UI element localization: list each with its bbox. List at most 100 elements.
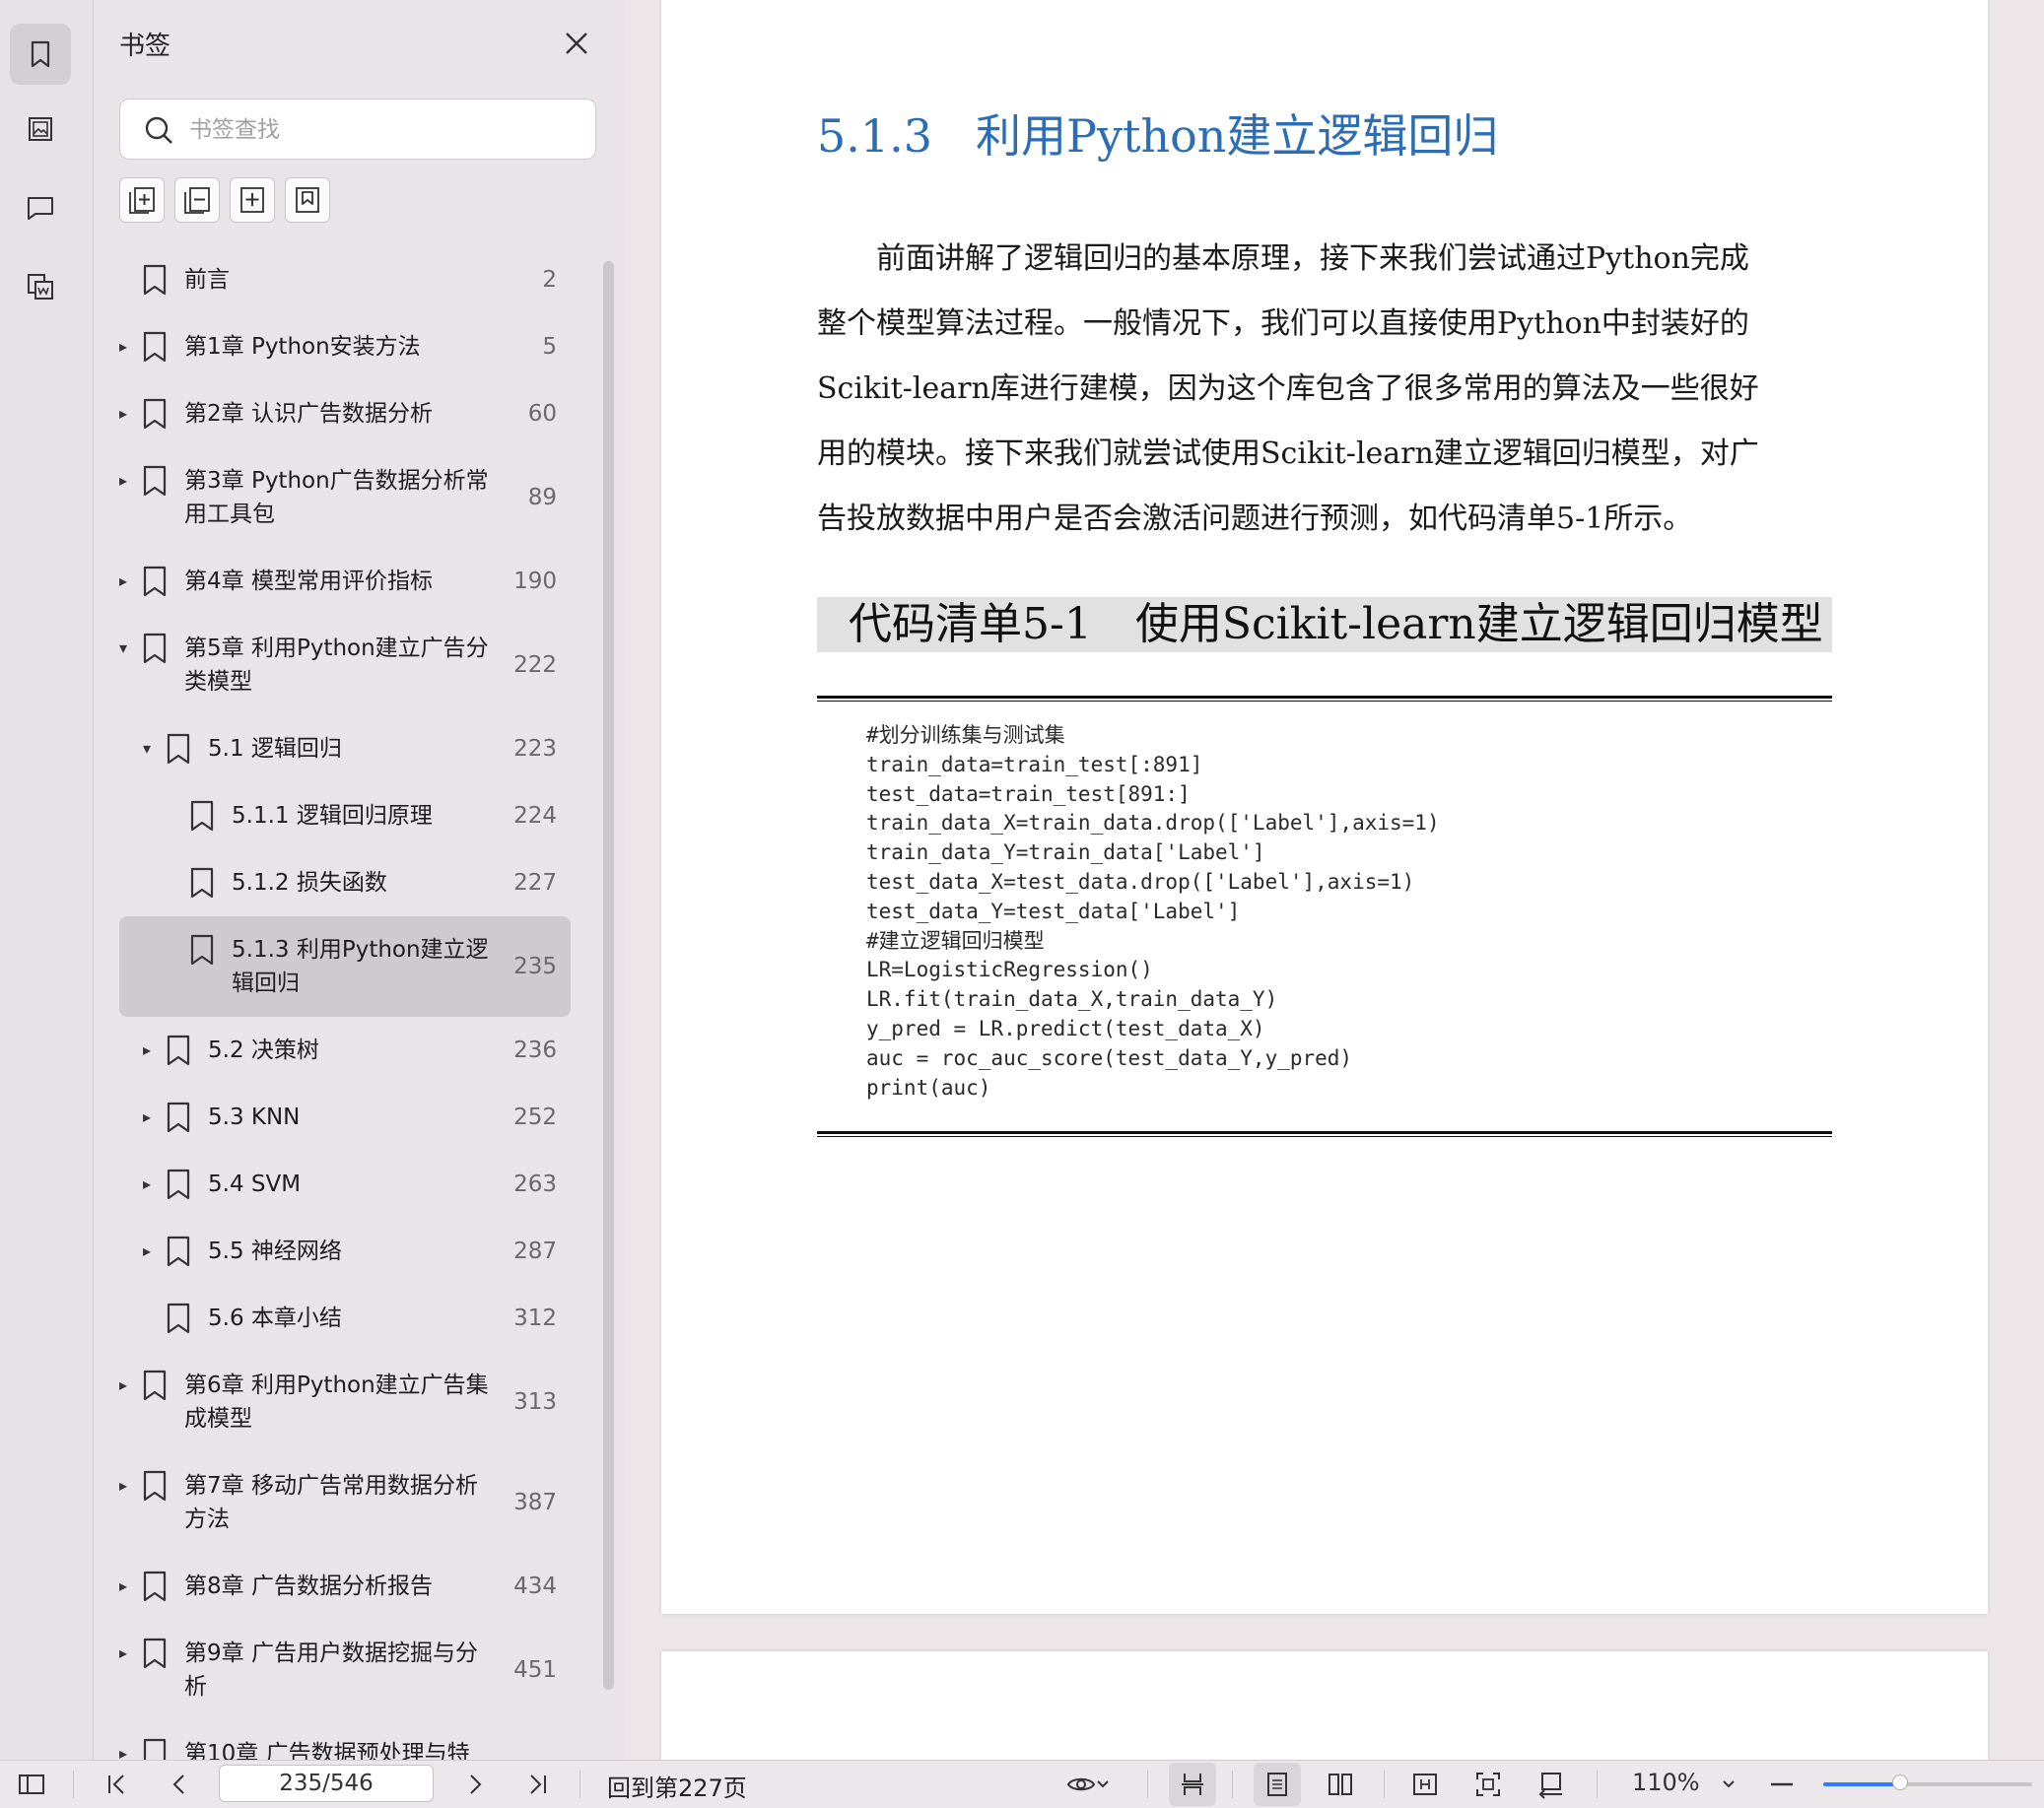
bookmark-item[interactable]: ▸ 第9章 广告用户数据挖掘与分析 451 [119,1620,571,1720]
bookmark-label: 5.1 逻辑回归 [208,736,342,762]
back-to-page-link[interactable]: 回到第227页 [607,1769,747,1803]
bookmark-item[interactable]: ▸ 第2章 认识广告数据分析 60 [119,380,571,447]
document-view[interactable]: 5.1.3 利用Python建立逻辑回归 前面讲解了逻辑回归的基本原理，接下来我们… [625,0,2044,1760]
comments-tab-button[interactable] [10,177,71,238]
bookmark-label: 第7章 移动广告常用数据分析 方法 [184,1469,478,1536]
collapsed-arrow-icon[interactable]: ▸ [119,1746,135,1761]
bookmark-item[interactable]: ▸ 第3章 Python广告数据分析常 用工具包 89 [119,447,571,548]
close-panel-button[interactable] [559,26,594,61]
collapsed-arrow-icon[interactable]: ▸ [143,1109,159,1125]
bookmarks-tab-button[interactable] [10,24,71,85]
zoom-slider[interactable] [1823,1775,2032,1790]
bookmark-label-line: 第5章 利用Python建立广告分 [184,636,489,661]
zoom-out-button[interactable] [1766,1769,1798,1800]
bookmark-label: 5.1.1 逻辑回归原理 [232,803,433,829]
previous-page-button[interactable] [164,1769,195,1800]
fit-page-icon [1476,1773,1500,1796]
bookmark-item[interactable]: ▸ 第1章 Python安装方法 5 [119,313,571,380]
collapsed-arrow-icon[interactable]: ▸ [119,573,135,589]
bookmark-item[interactable]: ▸ 5.4 SVM 263 [119,1151,571,1218]
code-line: LR.fit(train_data_X,train_data_Y) [866,987,1278,1012]
collapsed-arrow-icon[interactable]: ▸ [143,1243,159,1259]
sidebar-rail [0,0,94,1760]
bookmark-item[interactable]: ▸ 5.5 神经网络 287 [119,1218,571,1285]
bookmark-item[interactable]: 5.6 本章小结 312 [119,1285,571,1352]
bookmark-item[interactable]: 5.1.2 损失函数 227 [119,849,571,916]
eye-protection-button[interactable] [1062,1769,1114,1800]
last-page-button[interactable] [522,1769,554,1800]
divider [1147,1771,1148,1798]
next-page-button[interactable] [459,1769,491,1800]
bookmark-page-number: 236 [513,1038,557,1063]
expanded-arrow-icon[interactable]: ▾ [119,640,135,656]
thumbnails-tab-button[interactable] [10,99,71,160]
bookmark-item[interactable]: ▸ 第4章 模型常用评价指标 190 [119,548,571,615]
single-page-button[interactable] [1261,1769,1293,1800]
continuous-scroll-button[interactable] [1177,1769,1208,1800]
bookmark-item[interactable]: ▸ 5.3 KNN 252 [119,1084,571,1151]
collapsed-arrow-icon[interactable]: ▸ [119,1478,135,1494]
page-number-input[interactable] [219,1765,434,1802]
expanded-arrow-icon[interactable]: ▾ [143,741,159,757]
bookmark-item[interactable]: ▸ 第6章 利用Python建立广告集 成模型 313 [119,1352,571,1452]
extract-tab-button[interactable] [10,256,71,317]
add-bookmark-button[interactable] [230,177,275,223]
first-page-button[interactable] [101,1769,132,1800]
bookmark-item[interactable]: ▸ 5.2 决策树 236 [119,1017,571,1084]
bookmark-item[interactable]: ▸ 第7章 移动广告常用数据分析 方法 387 [119,1452,571,1553]
zoom-level[interactable]: 110% [1632,1769,1700,1796]
bookmark-page-number: 235 [513,954,557,979]
rotate-button[interactable] [1535,1769,1567,1800]
bookmark-item[interactable]: ▾ 5.1 逻辑回归 223 [119,715,571,782]
bookmark-page-button[interactable] [285,177,330,223]
zoom-dropdown-button[interactable] [1713,1769,1744,1800]
collapsed-arrow-icon[interactable]: ▸ [119,1645,135,1661]
fit-page-button[interactable] [1472,1769,1504,1800]
two-page-button[interactable] [1325,1769,1356,1800]
bookmark-tree: 前言 2 ▸ 第1章 Python安装方法 5 ▸ 第2章 认识广告数据分析 60 ▸ 第3章 P… [94,246,624,1760]
body-paragraph: 前面讲解了逻辑回归的基本原理，接下来我们尝试通过Python完成 整个模型算法过… [817,227,1832,552]
bookmark-search-input[interactable] [187,109,576,151]
toggle-sidebar-button[interactable] [16,1769,47,1800]
collapsed-arrow-icon[interactable]: ▸ [143,1042,159,1058]
bookmark-label: 第10章 广告数据预处理与特 [184,1741,470,1760]
bookmark-label-line: 方法 [184,1507,230,1532]
search-icon [145,116,172,144]
bookmark-label: 第6章 利用Python建立广告集 成模型 [184,1369,489,1436]
expand-all-button[interactable] [119,177,165,223]
bookmark-scrollbar[interactable] [603,261,614,1690]
collapsed-arrow-icon[interactable]: ▸ [143,1176,159,1192]
bookmark-label-line: 类模型 [184,669,252,695]
bookmark-icon [165,1101,192,1134]
bookmark-item[interactable]: ▾ 第5章 利用Python建立广告分 类模型 222 [119,615,571,715]
bookmark-item[interactable]: 5.1.1 逻辑回归原理 224 [119,782,571,849]
collapse-all-button[interactable] [174,177,220,223]
bookmark-item[interactable]: ▸ 第8章 广告数据分析报告 434 [119,1553,571,1620]
fit-width-button[interactable] [1409,1769,1441,1800]
collapsed-arrow-icon[interactable]: ▸ [119,406,135,422]
collapsed-arrow-icon[interactable]: ▸ [119,339,135,355]
bookmark-label: 第3章 Python广告数据分析常 用工具包 [184,464,489,531]
bookmark-search-box[interactable] [119,99,596,160]
comment-icon [28,197,53,220]
bookmark-item[interactable]: ▸ 第10章 广告数据预处理与特 [119,1720,571,1760]
paragraph-line: 告投放数据中用户是否会激活问题进行预测，如代码清单5-1所示。 [817,502,1693,536]
bookmark-item[interactable]: 前言 2 [119,246,571,313]
close-icon [566,33,587,54]
paragraph-line: 前面讲解了逻辑回归的基本原理，接下来我们尝试通过Python完成 [817,241,1749,276]
bookmark-icon [141,1469,169,1503]
zoom-slider-handle[interactable] [1892,1775,1909,1790]
bookmark-icon [141,1369,169,1402]
collapsed-arrow-icon[interactable]: ▸ [119,473,135,489]
bookmark-page-number: 451 [513,1657,557,1683]
collapsed-arrow-icon[interactable]: ▸ [119,1377,135,1393]
bookmark-item[interactable]: 5.1.3 利用Python建立逻 辑回归 235 [119,916,571,1017]
bookmark-label: 5.6 本章小结 [208,1306,342,1331]
bookmark-page-number: 287 [513,1239,557,1264]
bookmark-label-line: 5.1.3 利用Python建立逻 [232,937,489,963]
collapse-all-icon [184,187,210,214]
collapsed-arrow-icon[interactable]: ▸ [119,1578,135,1594]
divider [1232,1771,1233,1798]
chevron-left-icon [172,1775,184,1794]
bookmark-icon [165,1168,192,1201]
